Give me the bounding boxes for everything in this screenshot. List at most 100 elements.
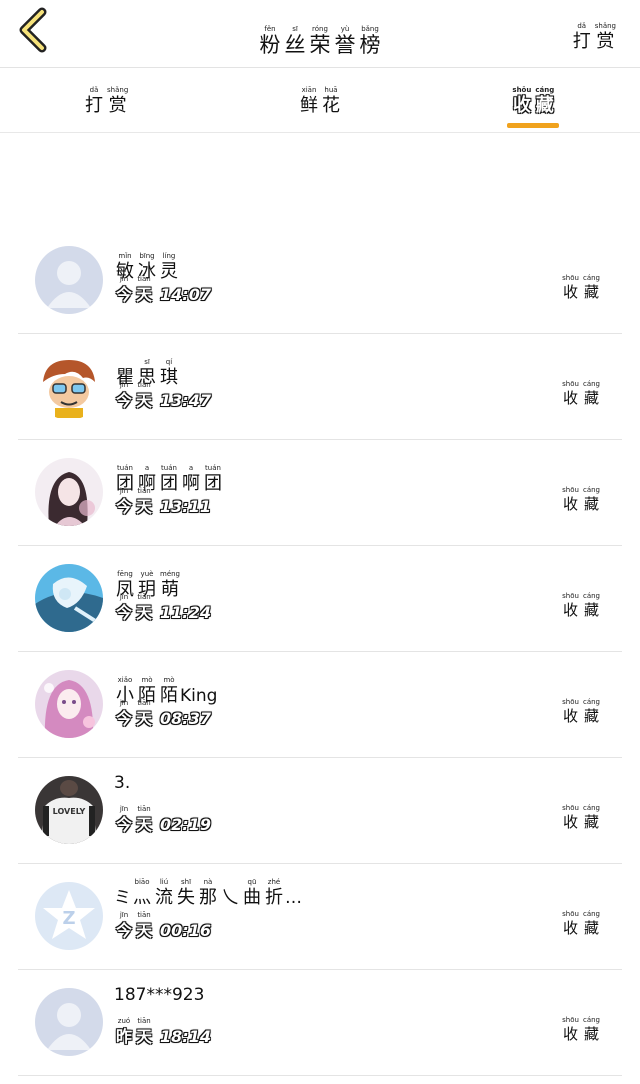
avatar[interactable] [35,246,103,314]
pinyin: cáng [582,698,600,706]
reward-button[interactable]: dǎ 打 shǎng 赏 [571,12,618,53]
pinyin: shōu [562,486,579,494]
hanzi: 收 [563,707,579,725]
pinyin: tiān [137,275,151,283]
hanzi: 失 [177,887,195,908]
ruby-char: shī 失 [177,878,195,909]
ruby-char: cáng 藏 [583,486,600,513]
pinyin: bīng [139,252,155,260]
ruby-char: cáng 藏 [583,804,600,831]
ruby-char: shōu 收 [562,804,579,831]
ruby-char: shōu 收 [562,592,579,619]
ruby-char: shǎng 赏 [595,22,616,53]
name-text: 3. [114,773,131,793]
list-item[interactable]: tuán 团 a 啊 tuán 团 a 啊 tuán 团 jīn 今 tiān 天 13:11 shōu 收 cá… [18,440,622,546]
pinyin: cáng [582,380,600,388]
ruby-char: nà 那 [199,878,217,909]
avatar[interactable] [35,352,103,420]
ruby-char: shōu 收 [562,380,579,407]
hanzi: 藏 [583,389,599,407]
user-name: 187***923 [114,984,204,1006]
hanzi: 打 [85,95,104,116]
tab-flowers[interactable]: xiān 鲜 huā 花 [213,69,426,132]
favorite-label: shōu 收 cáng 藏 [560,796,602,831]
pinyin: shōu [562,698,579,706]
pinyin: xiǎo [117,676,133,684]
hanzi: 藏 [583,283,599,301]
list-item[interactable]: mǐn 敏 bīng 冰 líng 灵 jīn 今 tiān 天 14:07 shōu 收 cáng 藏 [18,228,622,334]
hanzi: 天 [136,603,153,622]
pinyin: cáng [582,274,600,282]
hanzi: 乀 [221,887,239,908]
list-item[interactable]: xiǎo 小 mò 陌 mò 陌 King jīn 今 tiān 天 08:37 shōu 收 cáng 藏 [18,652,622,758]
user-name: 3. [114,772,130,794]
ruby-char: cáng 藏 [583,380,600,407]
hanzi: 天 [136,391,153,410]
hanzi: 收 [563,283,579,301]
favorite-label: shōu 收 cáng 藏 [560,478,602,513]
pinyin: a [144,464,150,472]
ruby-char: cáng 藏 [583,910,600,937]
ruby-char: xiān 鲜 [300,86,318,117]
ruby-char: shōu 收 [562,910,579,937]
hanzi: 曲 [243,887,261,908]
ruby-char: zhé 折 [265,878,283,909]
pinyin: nà [203,878,213,886]
pinyin: jīn [119,805,129,813]
favorite-time: zuó 昨 tiān 天 18:14 [114,1017,211,1048]
avatar[interactable] [35,458,103,526]
list-item[interactable]: fēng 凤 yuè 玥 méng 萌 jīn 今 tiān 天 11:24 shōu 收 cáng 藏 [18,546,622,652]
list-item[interactable]: Z ミ biāo 灬 liú 流 shī 失 nà 那 乀 qū 曲 zhé 折… jīn 今 tiān 天 00:… [18,864,622,970]
ruby-char: tiān 天 [136,911,152,942]
avatar[interactable]: Z [35,882,103,950]
tab-favorites[interactable]: shōu 收 cáng 藏 [427,69,640,132]
ruby-char: dǎ 打 [85,86,103,117]
ruby-char: tiān 天 [136,1017,152,1048]
pinyin: méng [160,570,181,578]
favorite-time: jīn 今 tiān 天 02:19 [114,805,211,836]
favorite-label: shōu 收 cáng 藏 [560,584,602,619]
hanzi: 今 [116,603,133,622]
pinyin: yuè [140,570,154,578]
pinyin: shī [180,878,192,886]
pinyin: jīn [119,487,129,495]
pinyin: jīn [119,381,129,389]
pinyin: dǎ [577,22,587,30]
list-item[interactable]: 187***923 zuó 昨 tiān 天 18:14 shōu 收 cáng 藏 [18,970,622,1076]
tab-reward[interactable]: dǎ 打 shǎng 赏 [0,69,213,132]
hanzi: 天 [136,815,153,834]
avatar[interactable] [35,670,103,738]
avatar[interactable] [35,988,103,1056]
list-item[interactable]: LOVELY 3. jīn 今 tiān 天 02:19 shōu 收 cáng 藏 [18,758,622,864]
time-value: 14:07 [160,285,211,304]
hanzi: 藏 [583,601,599,619]
hanzi: 收 [563,601,579,619]
name-suffix: … [285,888,302,908]
favorite-label: shōu 收 cáng 藏 [560,372,602,407]
list-item[interactable]: 瞿 sī 思 qí 琪 jīn 今 tiān 天 13:47 shōu 收 cáng 藏 [18,334,622,440]
pinyin: tiān [137,593,151,601]
pinyin: jīn [119,699,129,707]
ruby-char: liú 流 [155,878,173,909]
favorite-time: jīn 今 tiān 天 14:07 [114,275,211,306]
ruby-char: cáng 藏 [583,698,600,725]
hanzi: 鲜 [299,95,318,116]
ruby-char: fěn 粉 [260,25,281,56]
pinyin: mò [141,676,153,684]
svg-text:Z: Z [62,908,75,929]
pinyin: tiān [137,911,151,919]
avatar[interactable] [35,564,103,632]
hanzi: 天 [136,921,153,940]
pinyin: shǎng [107,86,129,94]
hanzi: 荣 [309,33,331,57]
ruby-char: cáng 藏 [583,274,600,301]
ruby-char: cáng 藏 [535,86,554,117]
hanzi: 折 [265,887,283,908]
pinyin: cáng [582,592,600,600]
ruby-char: shōu 收 [562,274,579,301]
ruby-char: yù 誉 [335,25,356,56]
avatar[interactable]: LOVELY [35,776,103,844]
top-bar: fěn 粉 sī 丝 róng 荣 yù 誉 bǎng 榜 dǎ 打 shǎng 赏 [0,0,640,68]
ruby-char: jīn 今 [116,911,132,942]
hanzi: 流 [155,887,173,908]
